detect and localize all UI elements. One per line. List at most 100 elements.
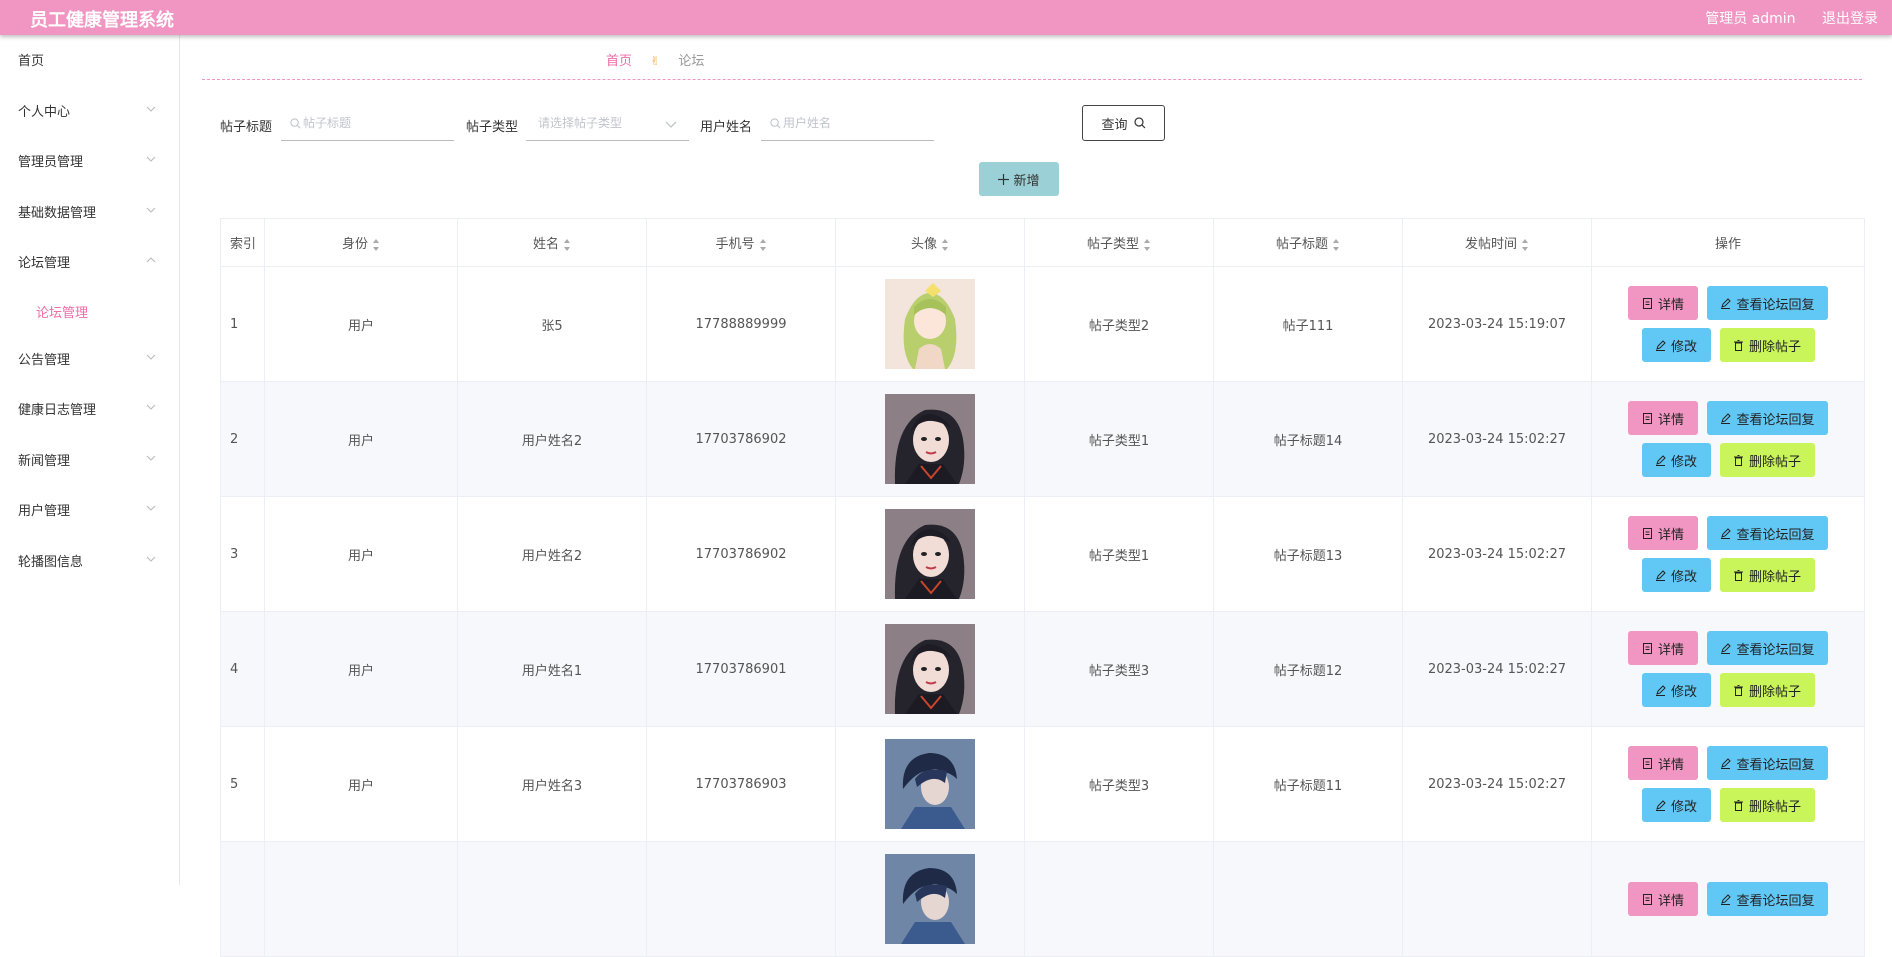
trash-icon (1733, 339, 1743, 351)
title-search-input[interactable] (281, 106, 454, 140)
breadcrumb-home[interactable]: 首页 (606, 54, 632, 69)
cell-phone-text: 17703786902 (695, 546, 787, 562)
sidebar-item-6[interactable]: 公告管理 (0, 334, 179, 385)
edit-button[interactable]: 修改 (1641, 673, 1711, 707)
cell-avatar (835, 726, 1025, 842)
cell-phone-text: 17703786901 (695, 661, 787, 677)
chevron-down-icon (146, 106, 156, 112)
sort-icon[interactable] (1143, 238, 1151, 252)
cell-name: 用户姓名3 (457, 726, 647, 842)
view-replies-button[interactable]: 查看论坛回复 (1707, 746, 1828, 780)
sidebar-item-4[interactable]: 论坛管理 (0, 237, 179, 288)
user-search-input[interactable] (761, 106, 934, 140)
column-header-3[interactable]: 手机号 (646, 218, 836, 267)
avatar (885, 624, 975, 714)
column-header-label: 帖子类型 (1086, 237, 1139, 252)
view-replies-button[interactable]: 查看论坛回复 (1707, 286, 1828, 320)
edit-icon (1655, 569, 1666, 581)
sort-icon[interactable] (372, 238, 380, 252)
edit-button[interactable]: 修改 (1641, 443, 1711, 477)
sidebar-item-1[interactable]: 个人中心 (0, 86, 179, 137)
delete-post-button[interactable]: 删除帖子 (1719, 328, 1815, 362)
sidebar-item-3[interactable]: 基础数据管理 (0, 187, 179, 238)
column-header-7[interactable]: 发帖时间 (1402, 218, 1592, 267)
sidebar-item-7[interactable]: 健康日志管理 (0, 384, 179, 435)
cell-phone-text: 17703786902 (695, 431, 787, 447)
view-replies-button[interactable]: 查看论坛回复 (1707, 401, 1828, 435)
edit-icon (1655, 339, 1666, 351)
edit-button[interactable]: 修改 (1641, 328, 1711, 362)
cell-role-text: 用户 (347, 778, 374, 794)
top-bar: 员工健康管理系统 管理员 admin 退出登录 (0, 0, 1892, 35)
delete-post-button[interactable]: 删除帖子 (1719, 443, 1815, 477)
sidebar-item-9[interactable]: 用户管理 (0, 485, 179, 536)
sidebar-item-label: 个人中心 (18, 104, 71, 120)
detail-button[interactable]: 详情 (1628, 286, 1698, 320)
cell-actions: 详情 查看论坛回复修改 删除帖子 (1591, 266, 1865, 382)
view-replies-button[interactable]: 查看论坛回复 (1707, 882, 1828, 916)
view-replies-button[interactable]: 查看论坛回复 (1707, 631, 1828, 665)
column-header-label: 帖子标题 (1275, 237, 1328, 252)
sort-icon[interactable] (563, 238, 571, 252)
delete-post-button[interactable]: 删除帖子 (1719, 673, 1815, 707)
sort-icon[interactable] (1521, 238, 1529, 252)
edit-icon (1721, 297, 1732, 309)
sidebar-item-label: 公告管理 (18, 352, 71, 368)
cell-time: 2023-03-24 15:19:07 (1402, 266, 1592, 382)
cell-phone: 17703786903 (646, 726, 836, 842)
sidebar-item-8[interactable]: 新闻管理 (0, 435, 179, 486)
detail-button[interactable]: 详情 (1628, 516, 1698, 550)
sidebar-subitem-forum[interactable]: 论坛管理 (0, 288, 179, 334)
trash-icon (1733, 799, 1743, 811)
cell-index-text: 2 (230, 431, 239, 447)
cell-name-text: 用户姓名2 (521, 548, 583, 564)
cell-index-text: 3 (230, 546, 239, 562)
detail-button[interactable]: 详情 (1628, 746, 1698, 780)
column-header-label: 头像 (910, 237, 937, 252)
edit-button[interactable]: 修改 (1641, 788, 1711, 822)
column-header-1[interactable]: 身份 (264, 218, 458, 267)
cell-name: 用户姓名2 (457, 381, 647, 497)
detail-button-label: 详情 (1657, 412, 1684, 428)
cell-actions: 详情 查看论坛回复修改 删除帖子 (1591, 611, 1865, 727)
view-replies-button[interactable]: 查看论坛回复 (1707, 516, 1828, 550)
avatar (885, 509, 975, 599)
column-header-4[interactable]: 头像 (835, 218, 1025, 267)
cell-title (1213, 841, 1403, 957)
cell-time-text: 2023-03-24 15:19:07 (1427, 316, 1567, 332)
cell-time: 2023-03-24 15:02:27 (1402, 726, 1592, 842)
document-icon (1642, 297, 1652, 309)
sidebar-item-0[interactable]: 首页 (0, 35, 179, 86)
view-replies-button-label: 查看论坛回复 (1736, 757, 1815, 773)
detail-button[interactable]: 详情 (1628, 882, 1698, 916)
column-header-6[interactable]: 帖子标题 (1213, 218, 1403, 267)
edit-button[interactable]: 修改 (1641, 558, 1711, 592)
cell-type: 帖子类型3 (1024, 611, 1214, 727)
table-header-row: 索引 身份 姓名 手机号 头像 帖子类型 帖子标题 发帖时间 操作 (220, 218, 1865, 267)
cell-index-text: 5 (230, 776, 239, 792)
delete-post-button[interactable]: 删除帖子 (1719, 558, 1815, 592)
detail-button[interactable]: 详情 (1628, 631, 1698, 665)
sort-icon[interactable] (759, 238, 767, 252)
cell-type (1024, 841, 1214, 957)
breadcrumb-current: 论坛 (678, 54, 705, 69)
delete-post-button[interactable]: 删除帖子 (1719, 788, 1815, 822)
query-button[interactable]: 查询 (1082, 105, 1165, 141)
app-title: 员工健康管理系统 (30, 10, 174, 31)
add-button[interactable]: 新增 (979, 162, 1059, 196)
document-icon (1642, 412, 1652, 424)
cell-name-text: 用户姓名2 (521, 433, 583, 449)
sort-icon[interactable] (941, 238, 949, 252)
logout-link[interactable]: 退出登录 (1822, 11, 1878, 27)
column-header-2[interactable]: 姓名 (457, 218, 647, 267)
type-select[interactable] (526, 106, 689, 141)
column-header-5[interactable]: 帖子类型 (1024, 218, 1214, 267)
sort-icon[interactable] (1332, 238, 1340, 252)
sidebar-item-2[interactable]: 管理员管理 (0, 136, 179, 187)
cell-index: 3 (220, 496, 265, 612)
avatar (885, 279, 975, 369)
cell-role: 用户 (264, 726, 458, 842)
column-header-label: 姓名 (532, 237, 559, 252)
sidebar-item-10[interactable]: 轮播图信息 (0, 536, 179, 587)
detail-button[interactable]: 详情 (1628, 401, 1698, 435)
